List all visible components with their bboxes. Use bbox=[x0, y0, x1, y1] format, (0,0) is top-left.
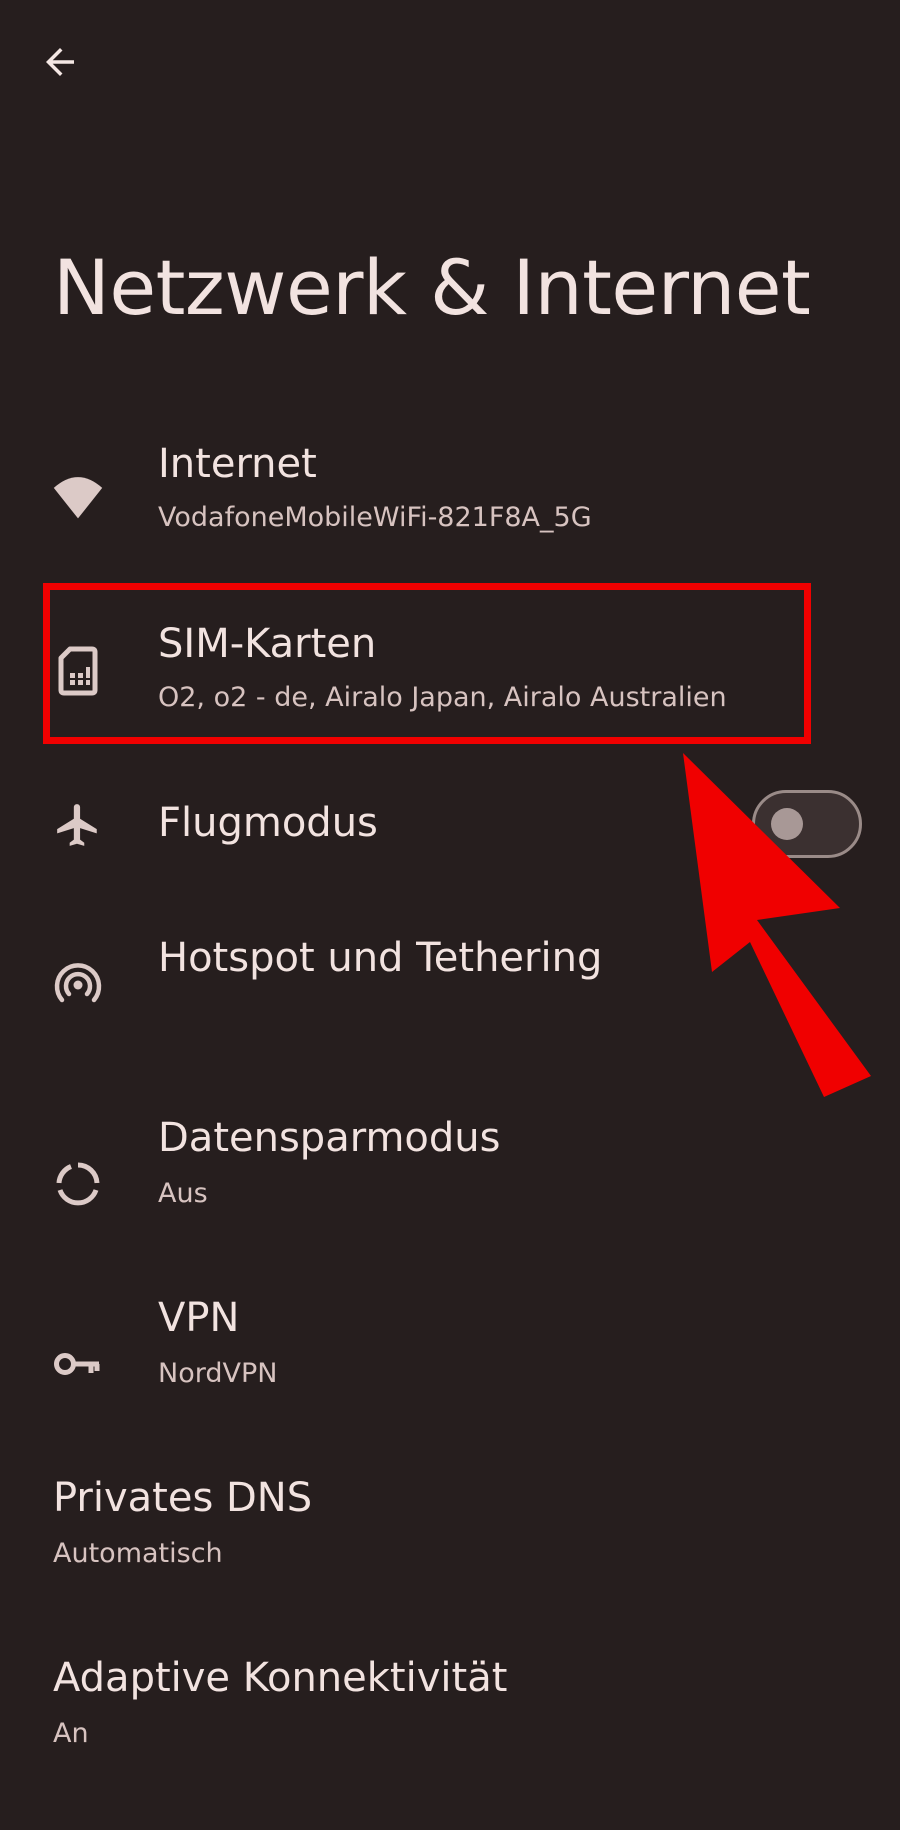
highlight-box bbox=[43, 583, 811, 744]
toggle-knob bbox=[771, 808, 803, 840]
list-item-hotspot[interactable]: Hotspot und Tethering bbox=[0, 920, 900, 1070]
data-saver-icon bbox=[52, 1158, 104, 1210]
item-subtitle: Aus bbox=[158, 1178, 208, 1209]
page-title: Netzwerk & Internet bbox=[53, 243, 811, 332]
list-item-vpn[interactable]: VPN NordVPN bbox=[0, 1290, 900, 1440]
item-title: Privates DNS bbox=[53, 1475, 313, 1521]
item-title: Flugmodus bbox=[158, 800, 378, 846]
item-subtitle: VodafoneMobileWiFi-821F8A_5G bbox=[158, 502, 592, 533]
list-item-adaptive-connectivity[interactable]: Adaptive Konnektivität An bbox=[0, 1650, 900, 1800]
arrow-back-icon bbox=[46, 48, 74, 76]
airplane-icon bbox=[52, 799, 104, 851]
vpn-key-icon bbox=[52, 1338, 104, 1390]
item-subtitle: An bbox=[53, 1718, 89, 1749]
list-item-private-dns[interactable]: Privates DNS Automatisch bbox=[0, 1470, 900, 1620]
list-item-internet[interactable]: Internet VodafoneMobileWiFi-821F8A_5G bbox=[0, 430, 900, 580]
hotspot-icon bbox=[52, 955, 104, 1007]
wifi-icon bbox=[52, 470, 104, 522]
item-subtitle: Automatisch bbox=[53, 1538, 223, 1569]
item-title: Internet bbox=[158, 441, 317, 487]
airplane-mode-toggle[interactable] bbox=[752, 790, 862, 858]
item-title: Datensparmodus bbox=[158, 1115, 501, 1161]
item-title: VPN bbox=[158, 1295, 240, 1341]
list-item-data-saver[interactable]: Datensparmodus Aus bbox=[0, 1110, 900, 1260]
item-subtitle: NordVPN bbox=[158, 1358, 278, 1389]
item-title: Hotspot und Tethering bbox=[158, 935, 603, 981]
item-title: Adaptive Konnektivität bbox=[53, 1655, 508, 1701]
back-button[interactable] bbox=[28, 30, 92, 94]
